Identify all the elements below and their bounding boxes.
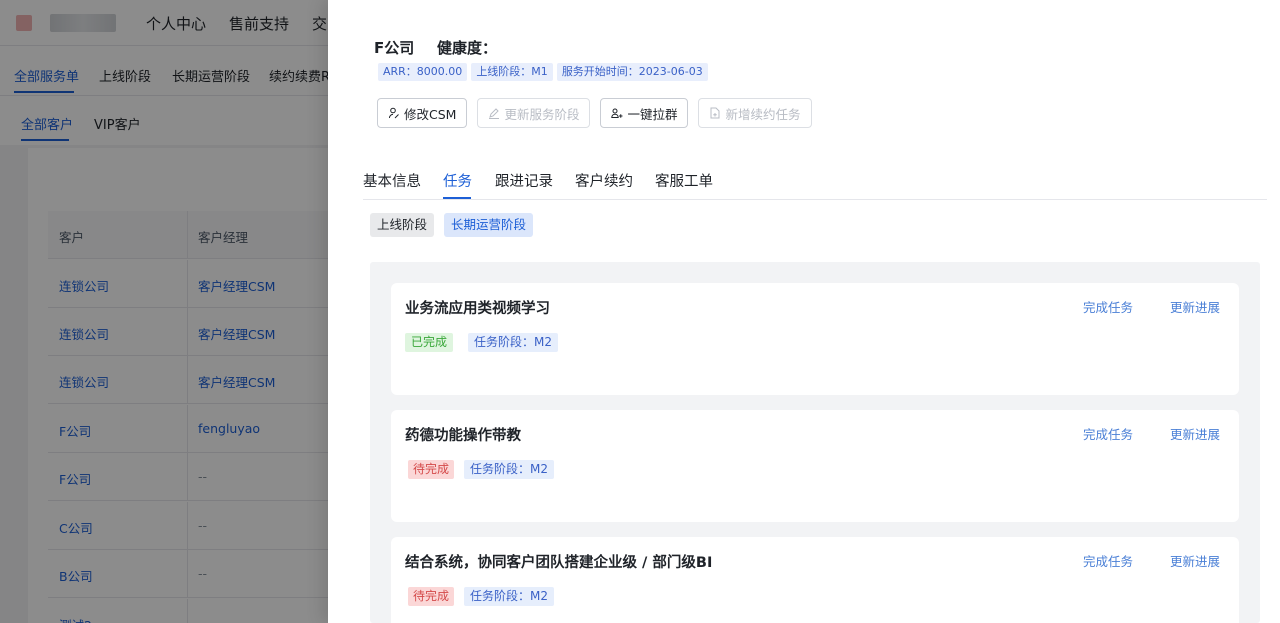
tab-basic-info[interactable]: 基本信息	[363, 170, 421, 191]
update-progress-button[interactable]: 更新进展	[1170, 551, 1220, 570]
task-stage-tag: 任务阶段：M2	[464, 587, 555, 606]
task-stage-tag: 任务阶段：M2	[468, 333, 559, 352]
add-renewal-task-button[interactable]: 新增续约任务	[698, 98, 812, 128]
task-title: 结合系统，协同客户团队搭建企业级 / 部门级BI	[405, 555, 713, 571]
customer-detail-drawer: F公司 健康度： ARR：8000.00 上线阶段：M1 服务开始时间：2023…	[328, 0, 1280, 623]
task-stage-tag: 任务阶段：M2	[464, 460, 555, 479]
complete-task-button[interactable]: 完成任务	[1083, 424, 1133, 443]
service-start-tag: 服务开始时间：2023-06-03	[556, 63, 708, 81]
task-list: 业务流应用类视频学习 完成任务 更新进展 已完成 任务阶段：M2 药德功能操作带…	[370, 262, 1260, 623]
edit-icon	[489, 108, 500, 119]
arr-tag: ARR：8000.00	[378, 63, 468, 81]
action-buttons: 修改CSM 更新服务阶段 一键拉群 新增续约任务	[377, 98, 812, 128]
add-renewal-task-label: 新增续约任务	[725, 106, 801, 122]
group-icon	[611, 108, 623, 118]
status-badge: 待完成	[408, 587, 455, 606]
tab-renewal[interactable]: 客户续约	[575, 170, 633, 191]
tab-tasks[interactable]: 任务	[443, 170, 472, 191]
update-stage-button[interactable]: 更新服务阶段	[477, 98, 591, 128]
status-badge: 已完成	[405, 333, 454, 352]
create-group-button[interactable]: 一键拉群	[600, 98, 689, 128]
tab-service-tickets[interactable]: 客服工单	[655, 170, 713, 191]
file-add-icon	[710, 107, 720, 119]
task-card: 结合系统，协同客户团队搭建企业级 / 部门级BI 完成任务 更新进展 待完成 任…	[391, 537, 1239, 623]
customer-meta-tags: ARR：8000.00 上线阶段：M1 服务开始时间：2023-06-03	[378, 63, 708, 81]
task-title: 药德功能操作带教	[405, 428, 521, 444]
task-title: 业务流应用类视频学习	[405, 301, 550, 317]
onboarding-stage-tag: 上线阶段：M1	[471, 63, 553, 81]
detail-tabs: 基本信息 任务 跟进记录 客户续约 客服工单	[363, 160, 1267, 200]
edit-csm-button[interactable]: 修改CSM	[377, 98, 468, 128]
update-stage-label: 更新服务阶段	[504, 106, 580, 122]
edit-csm-label: 修改CSM	[404, 106, 457, 122]
tab-follow-up[interactable]: 跟进记录	[495, 170, 553, 191]
customer-title: F公司	[374, 39, 415, 57]
stage-long-term-button[interactable]: 长期运营阶段	[444, 213, 534, 237]
update-progress-button[interactable]: 更新进展	[1170, 424, 1220, 443]
update-progress-button[interactable]: 更新进展	[1170, 297, 1220, 316]
create-group-label: 一键拉群	[627, 106, 678, 122]
stage-filter: 上线阶段 长期运营阶段	[370, 213, 534, 237]
active-tab-indicator	[443, 197, 471, 199]
user-edit-icon	[389, 107, 399, 119]
stage-onboarding-button[interactable]: 上线阶段	[370, 213, 435, 237]
modal-overlay[interactable]	[0, 0, 328, 623]
complete-task-button[interactable]: 完成任务	[1083, 297, 1133, 316]
complete-task-button[interactable]: 完成任务	[1083, 551, 1133, 570]
task-card: 药德功能操作带教 完成任务 更新进展 待完成 任务阶段：M2	[391, 410, 1239, 522]
status-badge: 待完成	[408, 460, 455, 479]
health-label: 健康度：	[437, 39, 498, 57]
task-card: 业务流应用类视频学习 完成任务 更新进展 已完成 任务阶段：M2	[391, 283, 1239, 395]
